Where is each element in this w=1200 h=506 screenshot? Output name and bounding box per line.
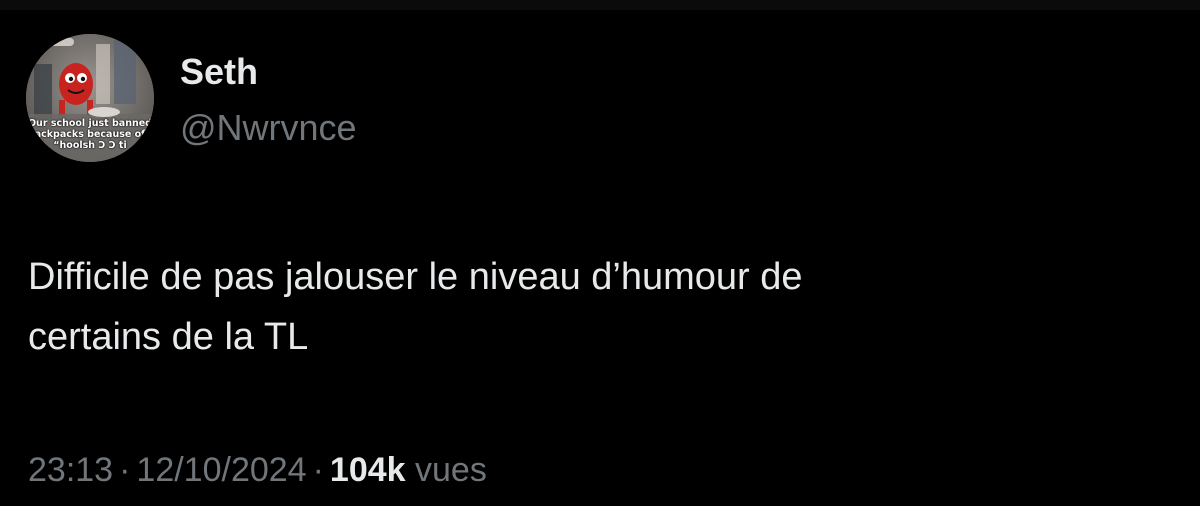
avatar-caption-line: ackpacks because of [34, 129, 146, 140]
tweet-text-line: Difficile de pas jalouser le niveau d’hu… [28, 256, 803, 298]
avatar-caption: Our school just banned ackpacks because … [26, 118, 154, 151]
tweet-text: Difficile de pas jalouser le niveau d’hu… [28, 247, 1168, 367]
tweet-time[interactable]: 23:13 [28, 451, 113, 489]
views-label: vues [415, 451, 487, 489]
meta-separator: · [312, 451, 324, 489]
tweet-detail: Our school just banned ackpacks because … [0, 0, 1200, 506]
tweet-text-line: certains de la TL [28, 316, 309, 358]
avatar-caption-line: “hoolsh Ɔ Ɔ ti [53, 140, 127, 151]
author-display-name[interactable]: Seth [180, 52, 258, 92]
author-handle[interactable]: @Nwrvnce [180, 108, 357, 148]
tweet-date[interactable]: 12/10/2024 [136, 451, 306, 489]
views-count[interactable]: 104k [330, 451, 406, 489]
avatar[interactable]: Our school just banned ackpacks because … [26, 34, 154, 162]
tweet-meta: 23:13 · 12/10/2024 · 104k vues [28, 446, 487, 494]
avatar-caption-line: Our school just banned [27, 118, 152, 129]
meta-separator: · [119, 451, 131, 489]
